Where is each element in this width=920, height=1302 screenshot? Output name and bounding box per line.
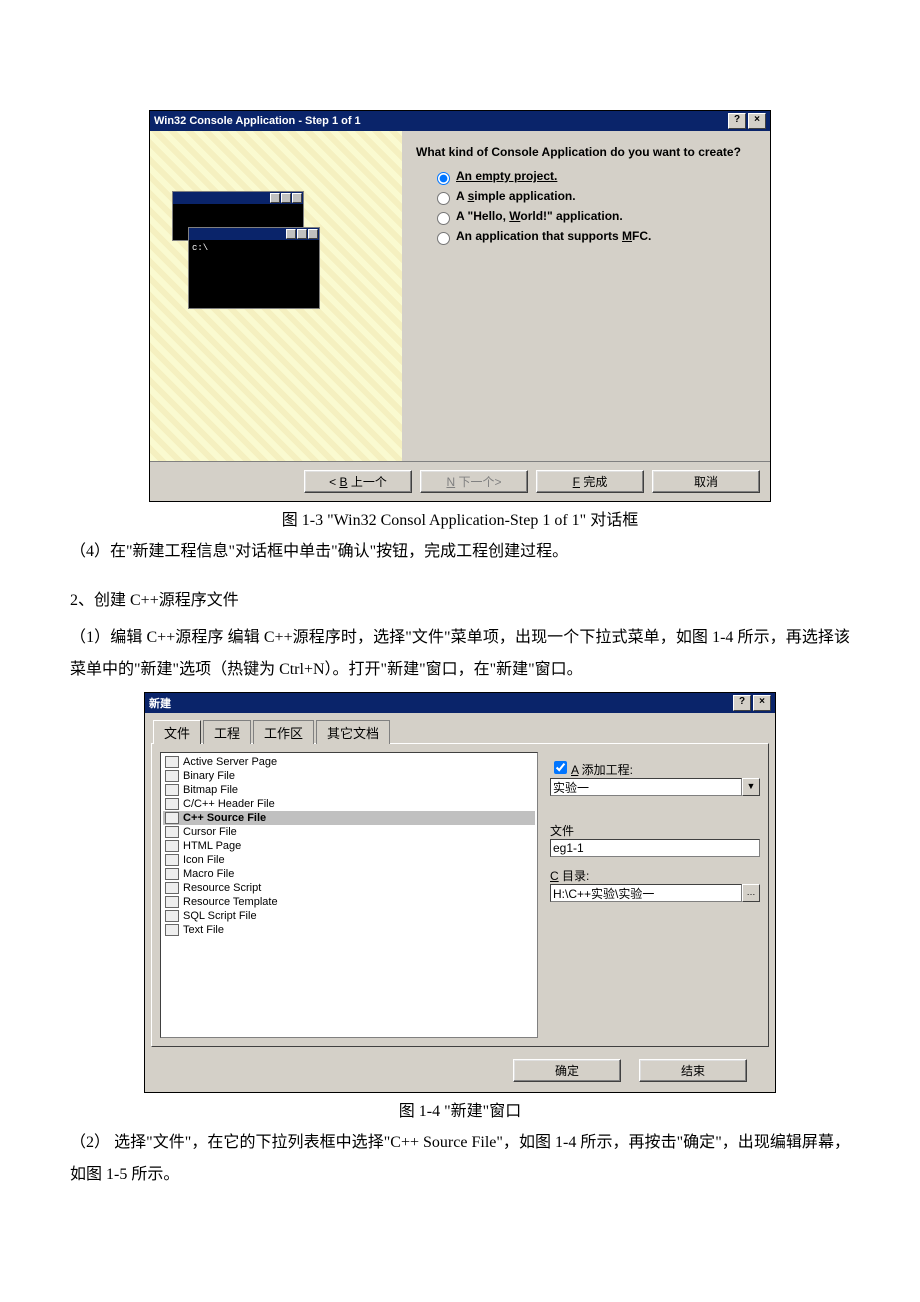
file-icon xyxy=(165,882,179,894)
add-to-project-label: A 添加工程: xyxy=(550,758,760,778)
file-type-label: Resource Script xyxy=(183,881,261,895)
file-icon xyxy=(165,770,179,782)
paragraph-step4: （4）在"新建工程信息"对话框中单击"确认"按钮，完成工程创建过程。 xyxy=(70,536,850,568)
file-type-item[interactable]: Text File xyxy=(163,923,535,937)
radio-input[interactable] xyxy=(437,192,450,205)
file-name-input[interactable] xyxy=(550,839,760,857)
help-icon[interactable]: ? xyxy=(733,695,751,711)
help-icon[interactable]: ? xyxy=(728,113,746,129)
file-icon xyxy=(165,798,179,810)
title-bar: 新建 ? × xyxy=(145,693,775,713)
file-icon xyxy=(165,854,179,866)
file-icon xyxy=(165,812,179,824)
radio-mfc-app[interactable]: An application that supports MFC. xyxy=(432,229,756,245)
file-type-item[interactable]: C++ Source File xyxy=(163,811,535,825)
file-type-label: Icon File xyxy=(183,853,225,867)
radio-hello-world[interactable]: A "Hello, World!" application. xyxy=(432,209,756,225)
title-bar: Win32 Console Application - Step 1 of 1 … xyxy=(150,111,770,131)
radio-input[interactable] xyxy=(437,212,450,225)
file-type-label: Bitmap File xyxy=(183,783,238,797)
file-type-label: Active Server Page xyxy=(183,755,277,769)
file-type-item[interactable]: Macro File xyxy=(163,867,535,881)
tab-other[interactable]: 其它文档 xyxy=(316,720,390,744)
wizard-illustration: c:\ xyxy=(150,131,402,461)
tab-bar: 文件 工程 工作区 其它文档 xyxy=(145,713,775,743)
file-type-item[interactable]: Resource Script xyxy=(163,881,535,895)
directory-input[interactable] xyxy=(550,884,742,902)
dialog-button-bar: 确定 结束 xyxy=(145,1053,775,1092)
file-icon xyxy=(165,896,179,908)
close-icon[interactable]: × xyxy=(753,695,771,711)
console-prompt: c:\ xyxy=(189,240,319,256)
next-button[interactable]: N 下一个> xyxy=(420,470,528,493)
file-type-label: Text File xyxy=(183,923,224,937)
back-button[interactable]: < B 上一个 xyxy=(304,470,412,493)
project-combo[interactable] xyxy=(550,778,742,796)
file-icon xyxy=(165,840,179,852)
radio-input[interactable] xyxy=(437,232,450,245)
radio-empty-project[interactable]: An empty project. xyxy=(432,169,756,185)
new-dialog: 新建 ? × 文件 工程 工作区 其它文档 Active Server Page… xyxy=(144,692,776,1093)
file-type-item[interactable]: Bitmap File xyxy=(163,783,535,797)
file-type-item[interactable]: SQL Script File xyxy=(163,909,535,923)
file-type-label: C/C++ Header File xyxy=(183,797,275,811)
figure-caption-1: 图 1-3 "Win32 Consol Application-Step 1 o… xyxy=(70,506,850,530)
tab-files[interactable]: 文件 xyxy=(153,720,201,744)
file-type-label: SQL Script File xyxy=(183,909,257,923)
file-type-label: HTML Page xyxy=(183,839,241,853)
file-type-label: Resource Template xyxy=(183,895,278,909)
dialog-title: 新建 xyxy=(149,695,171,711)
file-type-label: Macro File xyxy=(183,867,234,881)
file-type-item[interactable]: Binary File xyxy=(163,769,535,783)
chevron-down-icon[interactable]: ▼ xyxy=(742,778,760,796)
file-type-label: C++ Source File xyxy=(183,811,266,825)
wizard-button-bar: < B 上一个 N 下一个> F 完成 取消 xyxy=(150,461,770,501)
file-icon xyxy=(165,784,179,796)
close-icon[interactable]: × xyxy=(748,113,766,129)
file-icon xyxy=(165,756,179,768)
file-name-label: 文件 xyxy=(550,822,760,839)
file-type-item[interactable]: Resource Template xyxy=(163,895,535,909)
section-heading-2: 2、创建 C++源程序文件 xyxy=(70,586,850,610)
browse-button[interactable]: … xyxy=(742,884,760,902)
file-type-item[interactable]: Icon File xyxy=(163,853,535,867)
file-icon xyxy=(165,826,179,838)
file-type-item[interactable]: C/C++ Header File xyxy=(163,797,535,811)
tab-workspace[interactable]: 工作区 xyxy=(253,720,314,744)
file-icon xyxy=(165,868,179,880)
finish-button[interactable]: F 完成 xyxy=(536,470,644,493)
file-icon xyxy=(165,924,179,936)
figure-caption-2: 图 1-4 "新建"窗口 xyxy=(70,1097,850,1121)
directory-label: C 目录: xyxy=(550,867,760,884)
paragraph-select: （2） 选择"文件"，在它的下拉列表框中选择"C++ Source File"，… xyxy=(70,1127,850,1191)
file-type-list[interactable]: Active Server PageBinary FileBitmap File… xyxy=(160,752,538,1038)
file-type-item[interactable]: Cursor File xyxy=(163,825,535,839)
file-type-item[interactable]: Active Server Page xyxy=(163,755,535,769)
file-type-label: Binary File xyxy=(183,769,235,783)
wizard-question: What kind of Console Application do you … xyxy=(416,145,756,159)
close-button[interactable]: 结束 xyxy=(639,1059,747,1082)
ok-button[interactable]: 确定 xyxy=(513,1059,621,1082)
dialog-title: Win32 Console Application - Step 1 of 1 xyxy=(154,115,361,127)
tab-project[interactable]: 工程 xyxy=(203,720,251,744)
add-to-project-checkbox[interactable] xyxy=(554,761,567,774)
file-type-item[interactable]: HTML Page xyxy=(163,839,535,853)
wizard-dialog: Win32 Console Application - Step 1 of 1 … xyxy=(149,110,771,502)
file-icon xyxy=(165,910,179,922)
file-type-label: Cursor File xyxy=(183,825,237,839)
cancel-button[interactable]: 取消 xyxy=(652,470,760,493)
radio-simple-app[interactable]: A simple application. xyxy=(432,189,756,205)
radio-input[interactable] xyxy=(437,172,450,185)
paragraph-edit: （1）编辑 C++源程序 编辑 C++源程序时，选择"文件"菜单项，出现一个下拉… xyxy=(70,622,850,686)
